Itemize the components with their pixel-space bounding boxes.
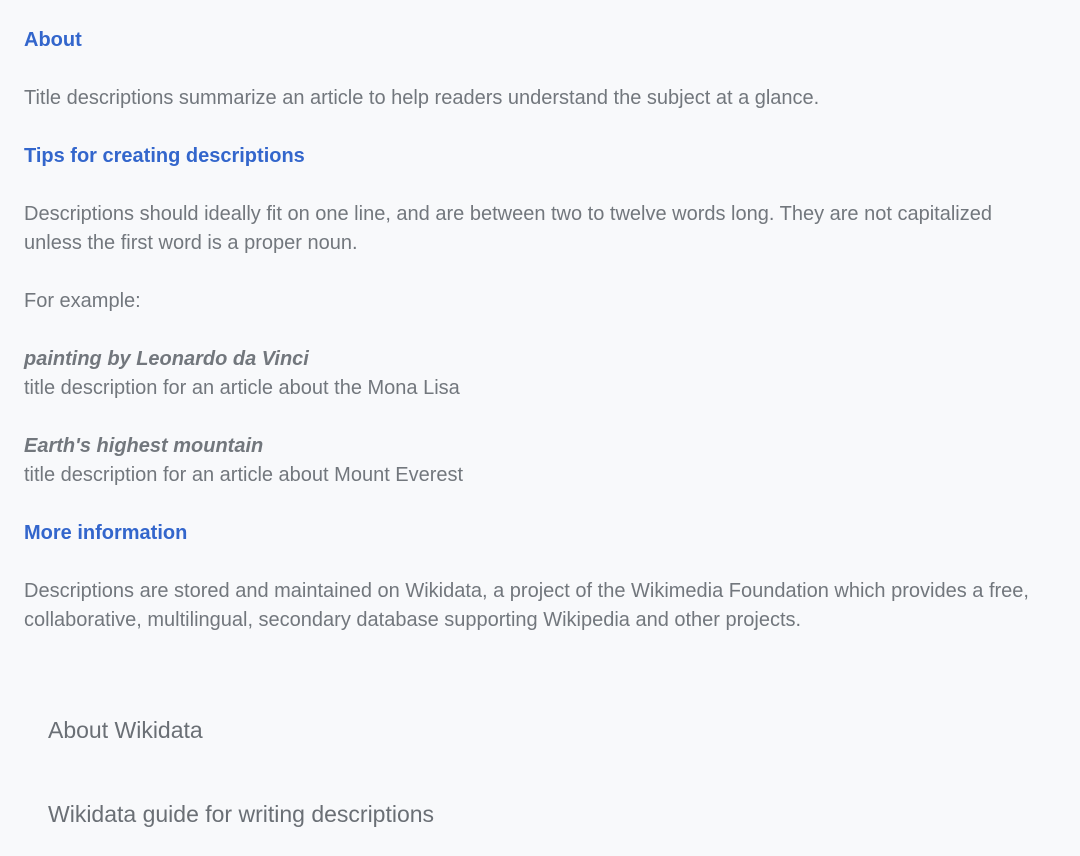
tips-text: Descriptions should ideally fit on one l… bbox=[24, 203, 992, 254]
more-info-heading: More information bbox=[24, 522, 188, 544]
example-title-mona-lisa: painting by Leonardo da Vinci bbox=[24, 348, 309, 370]
example-title-everest: Earth's highest mountain bbox=[24, 435, 264, 457]
for-example-label: For example: bbox=[24, 290, 141, 312]
tips-heading: Tips for creating descriptions bbox=[24, 145, 305, 167]
about-heading: About bbox=[24, 29, 82, 51]
more-info-text: Descriptions are stored and maintained o… bbox=[24, 580, 1029, 631]
about-wikidata-link[interactable]: About Wikidata bbox=[48, 714, 203, 746]
example-caption-mona-lisa: title description for an article about t… bbox=[24, 377, 460, 399]
example-caption-everest: title description for an article about M… bbox=[24, 464, 464, 486]
help-content: About Title descriptions summarize an ar… bbox=[0, 0, 1080, 856]
wikidata-guide-link[interactable]: Wikidata guide for writing descriptions bbox=[48, 798, 434, 830]
about-text: Title descriptions summarize an article … bbox=[24, 87, 820, 109]
